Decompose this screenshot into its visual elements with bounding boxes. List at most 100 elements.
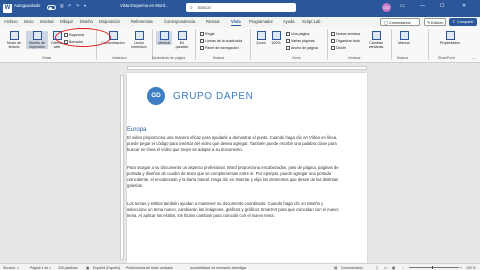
multiple-pages-button[interactable]: Varias páginas xyxy=(286,39,315,43)
arrange-all-button[interactable]: Organizar todo xyxy=(331,39,360,43)
ribbon-display-icon[interactable]: ▭ xyxy=(400,3,405,9)
paragraph: Para otorgar a su documento un aspecto p… xyxy=(127,165,339,188)
status-zoom[interactable]: 100 % xyxy=(466,266,476,270)
search-box[interactable]: ⌕ Buscar xyxy=(186,3,296,12)
avatar[interactable]: GD xyxy=(382,3,391,12)
minimize-icon[interactable]: — xyxy=(420,3,425,9)
zoom-button[interactable]: Zoom xyxy=(254,31,268,45)
group-zoom: Zoom xyxy=(292,56,301,60)
navigation-pane-checkbox[interactable] xyxy=(200,46,204,50)
tab-insertar[interactable]: Insertar xyxy=(40,19,54,24)
book-icon xyxy=(9,31,19,40)
gridlines-option[interactable]: Líneas de la cuadrícula xyxy=(200,39,242,43)
tab-inicio[interactable]: Inicio xyxy=(24,19,34,24)
separator xyxy=(250,29,251,60)
immersive-reader-button[interactable]: Lector inmersivo xyxy=(128,31,150,49)
editing-button[interactable]: ✎ Edición xyxy=(424,18,446,26)
read-mode-label: Modo de lectura xyxy=(7,41,21,49)
horizontal-ruler[interactable] xyxy=(127,66,367,70)
ruler-option[interactable]: Regla xyxy=(200,32,214,36)
page-width-button[interactable]: Ancho de página xyxy=(286,46,318,50)
web-view-icon[interactable]: ▦ xyxy=(392,266,395,270)
status-words[interactable]: 226 palabras xyxy=(58,266,78,270)
company-name: GRUPO DAPEN xyxy=(173,91,254,102)
status-focus[interactable]: Concentración xyxy=(341,266,363,270)
maximize-icon[interactable]: ☐ xyxy=(440,3,444,9)
save-icon[interactable]: 🖫 xyxy=(60,3,64,10)
read-view-icon[interactable]: ▯ xyxy=(376,266,378,270)
tab-referencias[interactable]: Referencias xyxy=(131,19,153,24)
print-layout-button[interactable]: Diseño de impresión xyxy=(26,31,48,49)
status-predictions[interactable]: Predicciones de texto: activado xyxy=(126,266,173,270)
search-placeholder: Buscar xyxy=(198,5,212,10)
gridlines-checkbox[interactable] xyxy=(200,39,204,43)
zoom-in-icon[interactable]: + xyxy=(460,266,462,270)
tab-dibujar[interactable]: Dibujar xyxy=(60,19,73,24)
side-by-side-icon xyxy=(177,31,187,40)
close-icon[interactable]: ✕ xyxy=(462,3,466,9)
share-button[interactable]: ⇪ Compartir xyxy=(449,18,477,26)
group-vistas: Vistas xyxy=(42,56,52,60)
status-accessibility[interactable]: Accesibilidad: es necesario investigar xyxy=(190,266,246,270)
tab-vista[interactable]: Vista xyxy=(231,19,241,26)
tab-disposicion[interactable]: Disposición xyxy=(99,19,120,24)
zoom-100-button[interactable]: 100% xyxy=(269,31,283,45)
status-page[interactable]: Página 1 de 1 xyxy=(30,266,51,270)
comments-button[interactable]: ▢ Comentarios xyxy=(380,18,420,26)
properties-button[interactable]: Propiedades xyxy=(436,31,464,45)
focus-mode-icon[interactable]: ▤ xyxy=(334,266,337,270)
tab-revisar[interactable]: Revisar xyxy=(206,19,220,24)
document-page[interactable]: GD GRUPO DAPEN Europa El vídeo proporcio… xyxy=(127,73,367,263)
tab-diseno[interactable]: Diseño xyxy=(80,19,93,24)
tab-archivo[interactable]: Archivo xyxy=(4,19,18,24)
macros-icon xyxy=(399,31,409,40)
customize-toolbar-icon[interactable]: ▾ xyxy=(84,3,86,8)
separator xyxy=(327,29,328,60)
tab-ayuda[interactable]: Ayuda xyxy=(283,19,295,24)
page-width-icon xyxy=(286,46,290,50)
group-macros: Macros xyxy=(397,56,409,60)
status-section[interactable]: Sección: 1 xyxy=(3,266,19,270)
paragraph: El vídeo proporciona una manera eficaz p… xyxy=(127,135,338,152)
one-page-button[interactable]: Una página xyxy=(286,32,309,36)
split-button[interactable]: Dividir xyxy=(331,46,346,50)
vertical-ruler[interactable] xyxy=(120,75,124,260)
status-bar: Sección: 1 Página 1 de 1 226 palabras ▣ … xyxy=(0,263,480,270)
multiple-pages-label: Varias páginas xyxy=(291,39,315,43)
split-icon xyxy=(331,46,335,50)
tab-script-lab[interactable]: Script Lab xyxy=(302,19,320,24)
side-by-side-button[interactable]: En paralelo xyxy=(173,31,191,49)
macros-button-label: Macros xyxy=(398,41,410,45)
proofing-icon[interactable]: ▣ xyxy=(86,266,89,270)
multiple-pages-icon xyxy=(286,39,290,43)
new-window-button[interactable]: Nueva ventana xyxy=(331,32,360,36)
status-language[interactable]: Español (España) xyxy=(93,266,120,270)
tab-programador[interactable]: Programador xyxy=(249,19,273,24)
tab-correspondencia[interactable]: Correspondencia xyxy=(164,19,195,24)
ruler-checkbox[interactable] xyxy=(200,32,204,36)
macros-button[interactable]: Macros xyxy=(395,31,413,45)
share-label: Compartir xyxy=(457,19,474,24)
undo-icon[interactable]: ↶ xyxy=(68,3,72,8)
group-mostrar: Mostrar xyxy=(213,56,225,60)
redo-icon[interactable]: ↷ xyxy=(76,3,80,8)
zoom-slider-thumb[interactable] xyxy=(432,265,434,270)
zoom-100-icon xyxy=(271,31,281,40)
document-title: Vista Esquema en Word... xyxy=(120,3,169,8)
zoom-slider[interactable] xyxy=(409,267,459,268)
group-sharepoint: SharePoint xyxy=(438,56,455,60)
search-icon: ⌕ xyxy=(190,4,193,11)
read-mode-button[interactable]: Modo de lectura xyxy=(3,31,25,49)
print-view-icon[interactable]: ▭ xyxy=(384,266,387,270)
properties-label: Propiedades xyxy=(439,41,461,45)
autosave-toggle[interactable] xyxy=(47,5,56,10)
zoom-button-label: Zoom xyxy=(256,41,266,45)
navigation-pane-option[interactable]: Panel de navegación xyxy=(200,46,239,50)
zoom-out-icon[interactable]: − xyxy=(402,266,404,270)
new-window-label: Nueva ventana xyxy=(336,32,361,36)
collapse-ribbon-icon[interactable]: ⌃ xyxy=(472,57,475,62)
paragraph: Los temas y estilos también ayudan a man… xyxy=(127,201,339,218)
vertical-button[interactable]: Vertical xyxy=(156,31,172,45)
share-icon: ⇪ xyxy=(452,20,456,25)
switch-windows-button[interactable]: Cambiar ventanas xyxy=(365,31,387,49)
